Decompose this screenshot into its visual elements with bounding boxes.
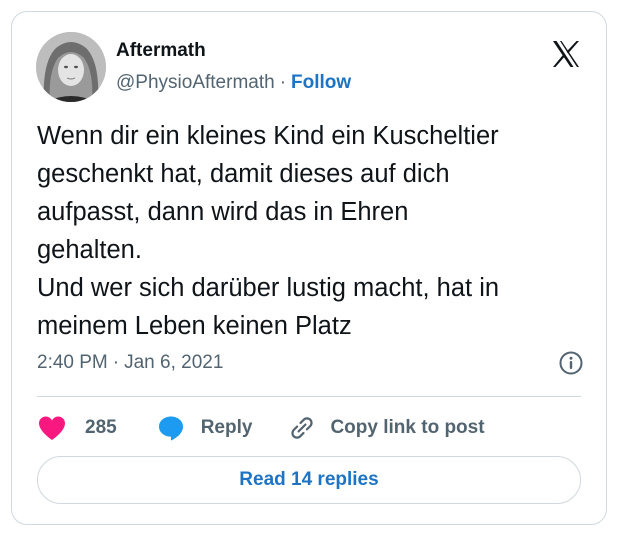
- like-count: 285: [85, 417, 117, 438]
- post-date: Jan 6, 2021: [124, 352, 224, 373]
- post-text: Wenn dir ein kleines Kind ein Kuscheltie…: [37, 122, 500, 340]
- copy-link-button[interactable]: Copy link to post: [288, 414, 485, 442]
- follow-button[interactable]: Follow: [291, 72, 351, 93]
- x-logo-icon[interactable]: [550, 38, 582, 70]
- read-replies-button[interactable]: Read 14 replies: [37, 456, 581, 504]
- avatar-photo: [36, 32, 106, 102]
- post-actions: 285 Reply Copy link to post: [37, 408, 485, 448]
- author-name[interactable]: Aftermath: [116, 40, 206, 62]
- link-icon: [288, 414, 316, 442]
- speech-bubble-icon: [157, 414, 185, 442]
- heart-icon: [37, 415, 67, 441]
- author-handle[interactable]: @PhysioAftermath: [116, 72, 275, 93]
- like-button[interactable]: 285: [37, 415, 117, 441]
- reply-button[interactable]: Reply: [157, 414, 253, 442]
- embedded-post-card: Aftermath @PhysioAftermath · Follow Wenn d…: [11, 11, 607, 525]
- separator-dot: ·: [112, 352, 120, 373]
- reply-label: Reply: [200, 417, 253, 438]
- post-time: 2:40 PM: [37, 352, 108, 373]
- divider: [37, 396, 581, 397]
- post-timestamp[interactable]: 2:40 PM · Jan 6, 2021: [37, 352, 223, 374]
- author-handle-row: @PhysioAftermath · Follow: [116, 72, 351, 94]
- avatar[interactable]: [36, 32, 106, 102]
- copy-link-label: Copy link to post: [330, 417, 485, 438]
- separator-dot: ·: [279, 72, 287, 93]
- info-icon[interactable]: [558, 350, 584, 376]
